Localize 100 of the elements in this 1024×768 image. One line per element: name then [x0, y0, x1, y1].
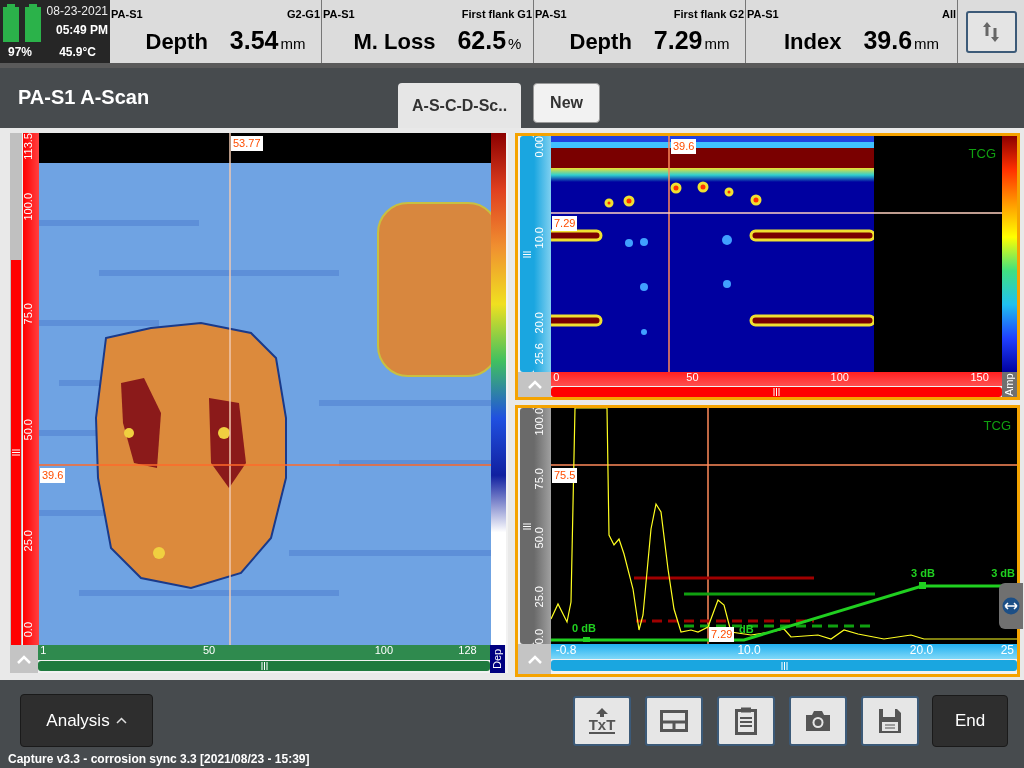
axis-label: 25.0: [23, 529, 35, 552]
axis-label: 0.00: [534, 136, 546, 158]
scroll-thumb[interactable]: [11, 260, 21, 645]
axis-label: 50: [202, 645, 216, 656]
readout-gate: G2-G1: [287, 8, 320, 20]
expand-button[interactable]: [518, 644, 551, 674]
scroll-bar[interactable]: [551, 660, 1017, 671]
axis-label: 150: [970, 372, 989, 383]
readout-unit: mm: [914, 34, 940, 54]
axis-label: 0.0: [23, 621, 35, 638]
scale-label: Dep: [490, 645, 505, 673]
grip-icon: [523, 522, 531, 530]
upload-arrow-icon: [595, 707, 609, 717]
axis-label: 50: [686, 372, 699, 383]
axis-label: 113.5: [23, 133, 35, 160]
axis-label: 20.0: [909, 644, 934, 656]
tcg-point-label: 3 dB: [991, 568, 1015, 579]
grip-icon: [780, 661, 788, 670]
axis-label: 25: [1000, 644, 1015, 656]
readout-value: 62.5: [457, 25, 507, 56]
axis-label: 10.0: [534, 227, 546, 249]
readout-value: 7.29: [653, 25, 703, 56]
chevron-up-icon: [115, 717, 127, 724]
readout-value: 3.54: [229, 25, 279, 56]
chevron-up-icon: [527, 654, 542, 664]
tool-button[interactable]: [789, 695, 847, 746]
up-down-arrows-icon: [983, 21, 999, 42]
tcg-point-label: 0 dB: [572, 623, 596, 634]
readout-label: Index: [783, 28, 842, 56]
view-tab[interactable]: A-S-C-D-Sc..: [398, 83, 522, 128]
time-text: 05:49 PM: [55, 22, 108, 39]
readout-unit: mm: [704, 34, 730, 54]
cursor-value: 39.6: [40, 468, 66, 483]
swap-button[interactable]: [965, 10, 1017, 53]
readout-gate: All: [941, 8, 956, 20]
export-label: TxT: [588, 716, 616, 734]
date-text: 08-23-2021: [46, 3, 108, 20]
tool-button[interactable]: [645, 695, 703, 746]
axis-label: -0.8: [555, 644, 577, 656]
tool-button[interactable]: [717, 695, 775, 746]
view-title: PA-S1 A-Scan: [17, 85, 151, 110]
readout-source: PA-S1: [323, 8, 355, 20]
tool-button[interactable]: [861, 695, 919, 746]
expand-button[interactable]: [518, 372, 551, 397]
readout-gate: First flank G1: [461, 8, 532, 20]
chevron-up-icon: [527, 380, 542, 389]
tcg-point-label: dB: [739, 624, 754, 635]
camera-icon: [804, 709, 832, 732]
cursor-value: 7.29: [552, 216, 578, 231]
axis-label: 10.0: [737, 644, 761, 656]
axis-label: 100: [374, 645, 394, 656]
readout-source: PA-S1: [535, 8, 567, 20]
clipboard-icon: [735, 706, 757, 735]
cursor-value: 53.77: [231, 136, 263, 151]
mode-label: TCG: [983, 417, 1011, 435]
grip-icon: [523, 250, 531, 258]
grip-icon: [260, 662, 268, 670]
tool-button[interactable]: TxT: [573, 695, 631, 746]
readout-label: M. Loss: [353, 28, 436, 56]
battery-level: 97%: [8, 44, 33, 61]
side-handle[interactable]: [999, 583, 1023, 629]
readout-label: Depth: [145, 28, 208, 56]
view-tab[interactable]: New: [533, 83, 600, 123]
axis-label: 100: [830, 372, 849, 383]
mode-label: TCG: [968, 145, 996, 163]
grip-icon: [12, 449, 20, 456]
grip-icon: [773, 388, 780, 396]
axis-label: 50.0: [23, 419, 35, 441]
end-button[interactable]: End: [932, 694, 1008, 747]
footer-text: Capture v3.3 - corrosion sync 3.3 [2021/08/23 - 15:39]: [7, 751, 311, 767]
readout-label: Depth: [569, 28, 632, 56]
chevron-up-icon: [17, 654, 31, 664]
axis-label: 0.0: [534, 628, 546, 644]
scroll-bar[interactable]: [520, 408, 534, 644]
scale-label: Amp: [1002, 372, 1017, 397]
axis-label: 1: [40, 645, 47, 656]
expand-button[interactable]: [10, 645, 38, 673]
scroll-bar[interactable]: [551, 387, 1002, 397]
scroll-bar[interactable]: [520, 136, 534, 372]
scroll-bar[interactable]: [38, 661, 490, 671]
axis-label: 25.0: [534, 586, 546, 608]
axis-label: 50.0: [534, 526, 546, 549]
readout-gate: First flank G2: [673, 8, 744, 20]
analysis-menu-button[interactable]: Analysis: [20, 694, 153, 747]
battery-icon: [2, 4, 42, 42]
layout-icon: [660, 709, 688, 732]
readout-source: PA-S1: [747, 8, 779, 20]
axis-label: 75.0: [534, 467, 546, 490]
left-right-arrows-icon: [1002, 597, 1020, 615]
axis-label: 128: [458, 645, 477, 656]
axis-label: 20.0: [534, 312, 546, 334]
axis-label: 100.0: [534, 408, 546, 436]
readout-value: 39.6: [863, 25, 913, 56]
cursor-value: 75.5: [552, 468, 578, 483]
axis-label: 0: [553, 372, 560, 383]
axis-label: 100.0: [23, 193, 35, 221]
cursor-value: 7.29: [709, 627, 735, 642]
tcg-point-label: 3 dB: [911, 568, 935, 579]
readout-unit: mm: [280, 34, 306, 54]
cursor-value: 39.6: [671, 139, 697, 154]
